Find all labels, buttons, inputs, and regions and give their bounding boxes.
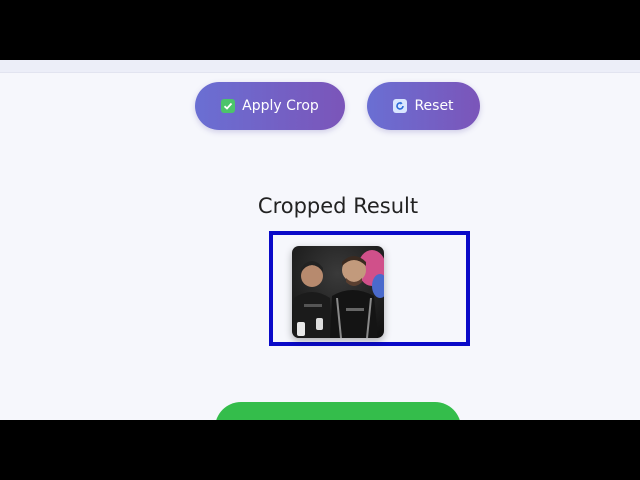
reset-label: Reset	[414, 98, 454, 114]
apply-crop-label: Apply Crop	[242, 98, 319, 114]
page-viewport: Apply Crop Reset Cropped Result	[0, 60, 640, 420]
cropped-image-graphic	[292, 246, 384, 338]
header-strip	[0, 60, 640, 73]
apply-crop-button[interactable]: Apply Crop	[195, 82, 345, 130]
reset-button[interactable]: Reset	[367, 82, 480, 130]
cropped-image	[292, 246, 384, 338]
download-button[interactable]	[215, 402, 461, 420]
letterbox-bottom	[0, 420, 640, 480]
letterbox-top	[0, 0, 640, 60]
refresh-icon	[393, 99, 408, 113]
cropped-result-title: Cropped Result	[257, 194, 419, 218]
check-icon	[221, 99, 236, 113]
cropped-result-frame	[269, 231, 470, 346]
